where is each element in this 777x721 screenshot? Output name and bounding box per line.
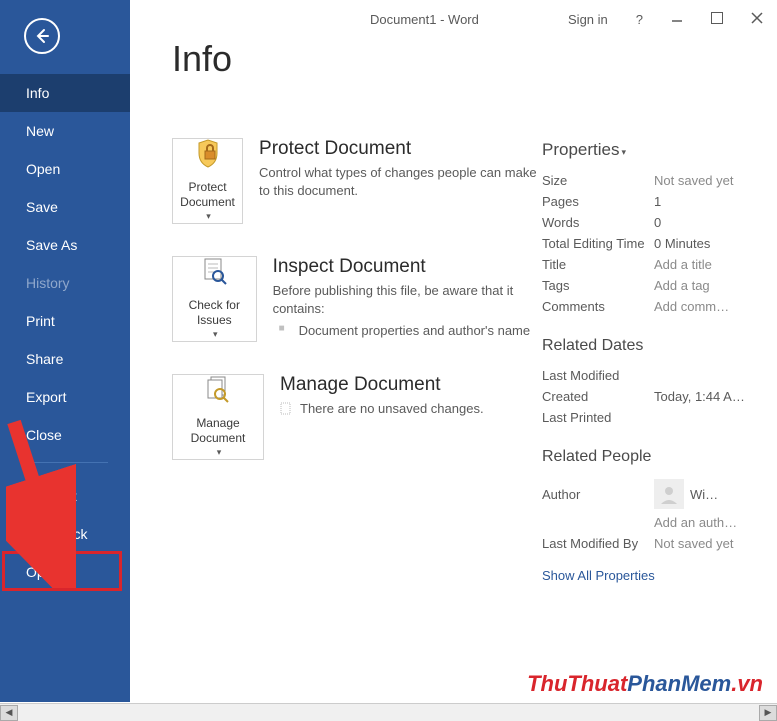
prop-tags[interactable]: TagsAdd a tag [542, 275, 755, 296]
prop-last-modified-by: Last Modified ByNot saved yet [542, 533, 755, 554]
nav-history[interactable]: History [0, 264, 130, 302]
minimize-icon [671, 12, 683, 24]
nav-new[interactable]: New [0, 112, 130, 150]
check-issues-button[interactable]: Check for Issues▾ [172, 256, 257, 342]
prop-author: Author Wi… [542, 476, 755, 512]
close-icon [751, 12, 763, 24]
watermark: ThuThuatPhanMem.vn [527, 671, 763, 697]
manage-desc: There are no unsaved changes. [280, 400, 484, 418]
nav-feedback[interactable]: Feedback [0, 515, 130, 553]
nav-save-as[interactable]: Save As [0, 226, 130, 264]
maximize-icon [711, 12, 723, 24]
nav-info[interactable]: Info [0, 74, 130, 112]
properties-panel: Properties▾ SizeNot saved yet Pages1 Wor… [542, 138, 777, 702]
person-icon [659, 484, 679, 504]
nav-export[interactable]: Export [0, 378, 130, 416]
protect-button-label: Protect Document [177, 180, 238, 211]
sign-in-link[interactable]: Sign in [554, 12, 622, 27]
manage-button-label: Manage Document [177, 416, 259, 447]
help-button[interactable]: ? [622, 12, 657, 27]
nav-print[interactable]: Print [0, 302, 130, 340]
document-magnifier-icon [199, 257, 229, 292]
manage-title: Manage Document [280, 374, 484, 396]
nav-account[interactable]: Account [0, 477, 130, 515]
inspect-item: Document properties and author's name [279, 322, 542, 340]
lock-shield-icon [193, 139, 223, 174]
related-dates-header: Related Dates [542, 337, 755, 355]
protect-document-button[interactable]: Protect Document▾ [172, 138, 243, 224]
scroll-left-button[interactable]: ◀ [0, 705, 18, 721]
inspect-title: Inspect Document [273, 256, 542, 278]
chevron-down-icon: ▾ [213, 329, 218, 341]
nav-open[interactable]: Open [0, 150, 130, 188]
nav-save[interactable]: Save [0, 188, 130, 226]
info-center-column: Protect Document▾ Protect Document Contr… [172, 138, 542, 702]
check-issues-label: Check for Issues [177, 298, 252, 329]
chevron-down-icon: ▾ [217, 447, 222, 459]
prop-comments[interactable]: CommentsAdd comm… [542, 296, 755, 317]
scroll-right-button[interactable]: ▶ [759, 705, 777, 721]
inspect-desc: Before publishing this file, be aware th… [273, 282, 542, 318]
prop-last-modified: Last Modified [542, 365, 755, 386]
document-title: Document1 - Word [370, 12, 479, 27]
document-icon [280, 402, 293, 420]
show-all-properties-link[interactable]: Show All Properties [542, 568, 655, 583]
inspect-section: Check for Issues▾ Inspect Document Befor… [172, 256, 542, 342]
chevron-down-icon: ▾ [621, 147, 626, 157]
manage-document-button[interactable]: Manage Document▾ [172, 374, 264, 460]
chevron-down-icon: ▾ [206, 211, 211, 223]
prop-pages: Pages1 [542, 191, 755, 212]
maximize-button[interactable] [697, 12, 737, 27]
nav-close[interactable]: Close [0, 416, 130, 454]
close-window-button[interactable] [737, 12, 777, 27]
horizontal-scrollbar[interactable]: ◀ ▶ [0, 703, 777, 721]
prop-add-author[interactable]: Add an auth… [542, 512, 755, 533]
main-area: Document1 - Word Sign in ? Info [130, 0, 777, 702]
prop-last-printed: Last Printed [542, 407, 755, 428]
manage-section: Manage Document▾ Manage Document There a… [172, 374, 542, 460]
back-button[interactable] [24, 18, 60, 54]
properties-header[interactable]: Properties▾ [542, 140, 755, 160]
prop-words: Words0 [542, 212, 755, 233]
prop-title[interactable]: TitleAdd a title [542, 254, 755, 275]
minimize-button[interactable] [657, 12, 697, 27]
prop-size: SizeNot saved yet [542, 170, 755, 191]
page-title: Info [130, 38, 777, 80]
titlebar: Document1 - Word Sign in ? [130, 0, 777, 38]
backstage-sidebar: Info New Open Save Save As History Print… [0, 0, 130, 702]
protect-title: Protect Document [259, 138, 542, 160]
prop-editing-time: Total Editing Time0 Minutes [542, 233, 755, 254]
prop-created: CreatedToday, 1:44 A… [542, 386, 755, 407]
related-people-header: Related People [542, 448, 755, 466]
nav-options[interactable]: Options [0, 553, 130, 591]
protect-desc: Control what types of changes people can… [259, 164, 542, 200]
document-stack-icon [203, 375, 233, 410]
nav-divider [22, 462, 108, 463]
avatar [654, 479, 684, 509]
nav-share[interactable]: Share [0, 340, 130, 378]
arrow-left-icon [33, 27, 51, 45]
protect-section: Protect Document▾ Protect Document Contr… [172, 138, 542, 224]
